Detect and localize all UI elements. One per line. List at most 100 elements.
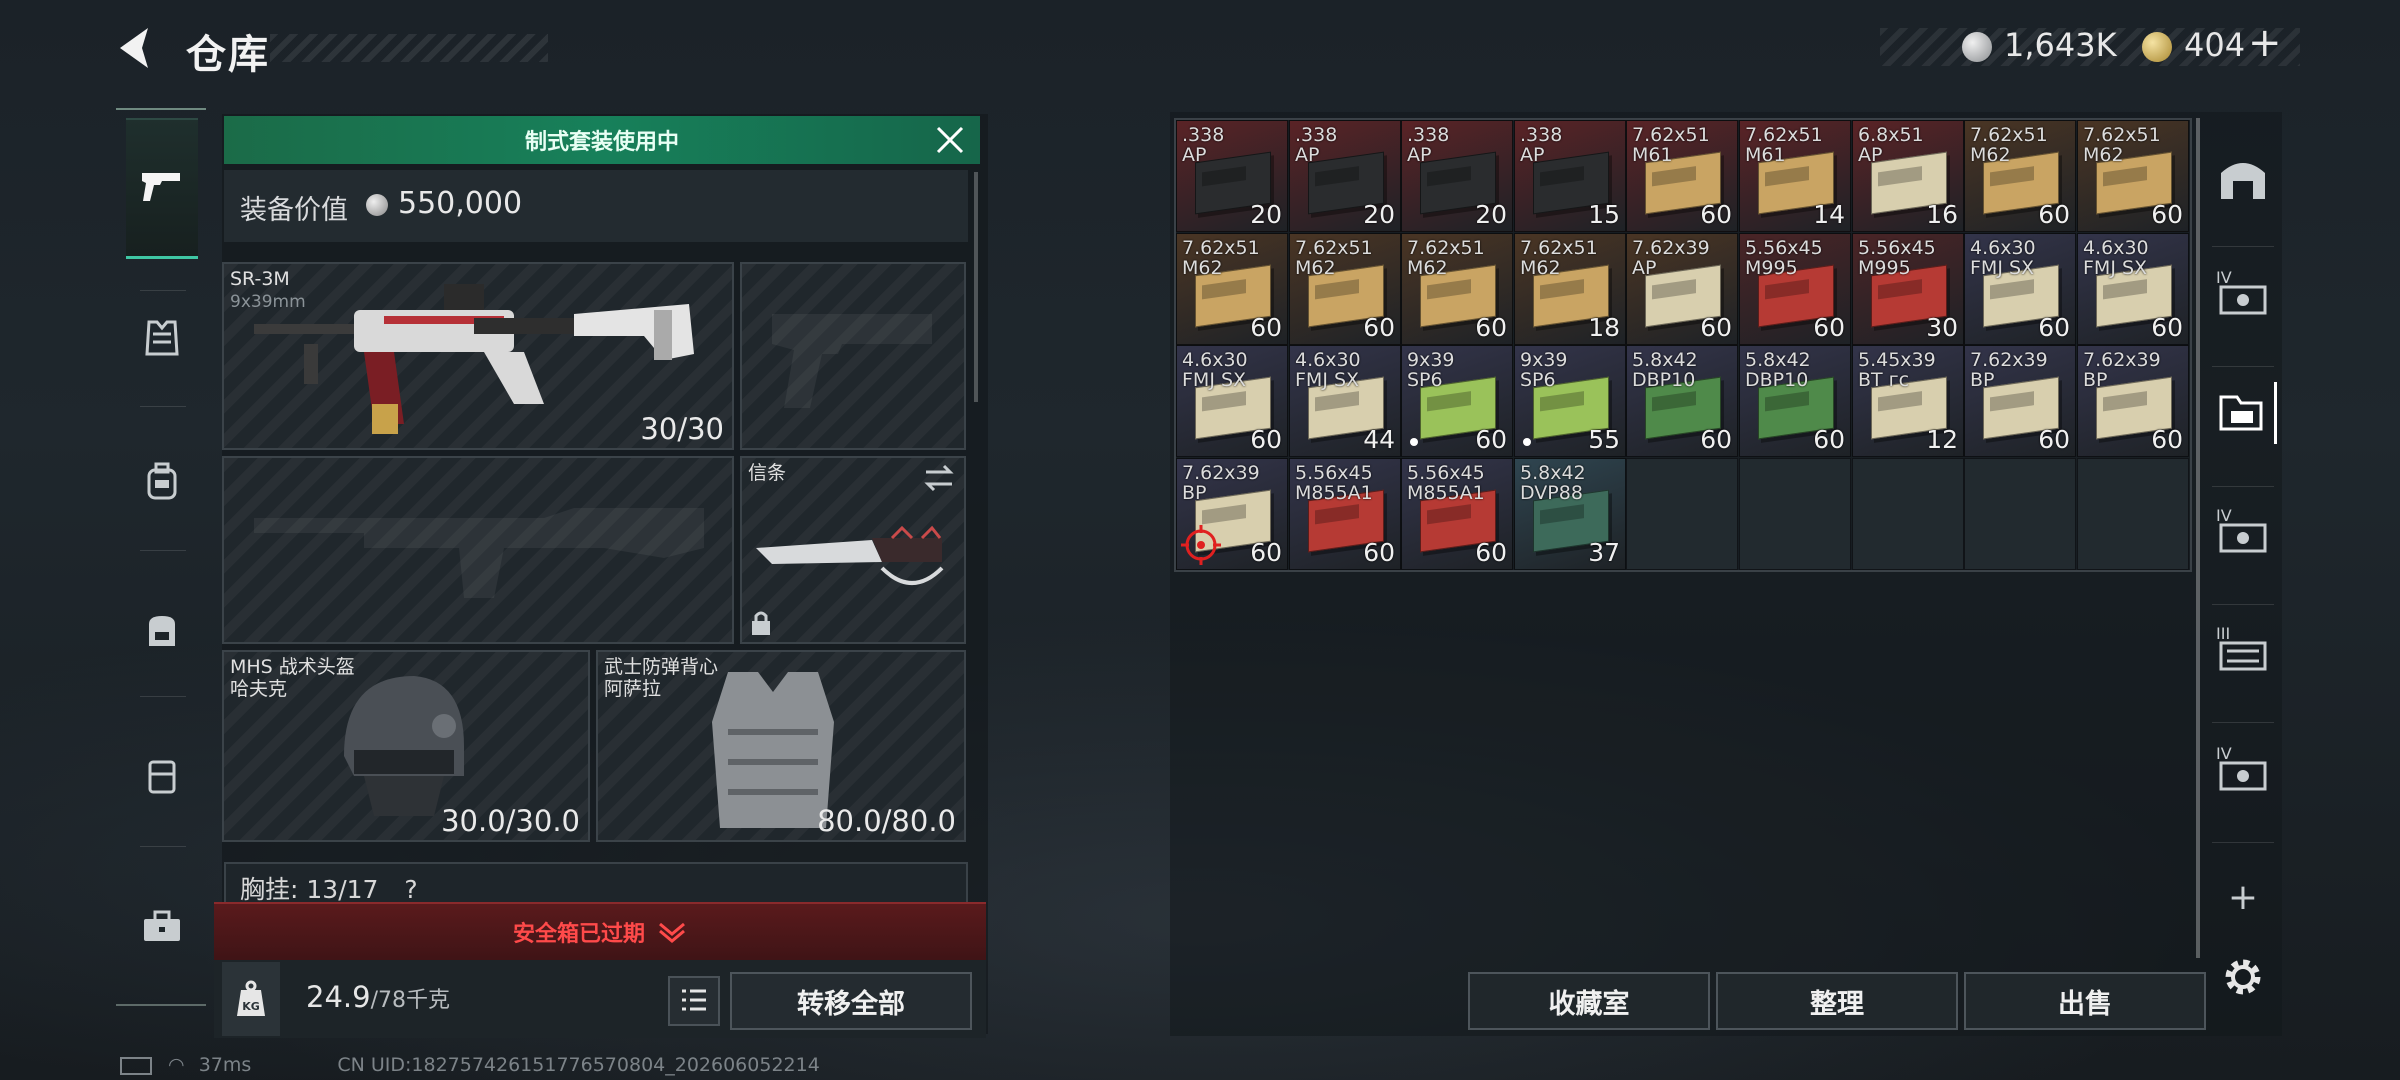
ammo-item[interactable]: 7.62x51 M62 60 xyxy=(1401,233,1513,345)
ammo-item[interactable]: 9x39 SP6 60 xyxy=(1401,345,1513,457)
settings-button[interactable] xyxy=(2212,946,2274,1008)
ammo-type: FMJ SX xyxy=(1295,369,1360,391)
ammo-type: AP xyxy=(1858,144,1883,166)
ammo-item[interactable]: 7.62x51 M61 60 xyxy=(1626,120,1738,232)
storage-tab-3[interactable]: III xyxy=(2212,622,2274,684)
list-icon xyxy=(682,989,706,1011)
ammo-item[interactable]: 4.6x30 FMJ SX 60 xyxy=(1176,345,1288,457)
secondary-rifle-slot[interactable] xyxy=(222,456,734,644)
ammo-item[interactable]: 4.6x30 FMJ SX 60 xyxy=(2077,233,2189,345)
storage-tab-1[interactable]: IV xyxy=(2212,266,2274,328)
empty-slot[interactable] xyxy=(1964,458,2076,570)
nav-tab-toolbox[interactable] xyxy=(126,890,198,962)
help-button[interactable]: ? xyxy=(404,875,417,904)
ammo-item[interactable]: 4.6x30 FMJ SX 60 xyxy=(1964,233,2076,345)
helmet-slot[interactable]: MHS 战术头盔 哈夫克 30.0/30.0 xyxy=(222,650,590,842)
empty-slot[interactable] xyxy=(1626,458,1738,570)
ammo-item[interactable]: 5.8x42 DVP88 37 xyxy=(1514,458,1626,570)
ammo-caliber: 7.62x51 xyxy=(1632,124,1710,146)
ammo-item[interactable]: 7.62x51 M62 18 xyxy=(1514,233,1626,345)
empty-slot[interactable] xyxy=(2077,458,2189,570)
ammo-item[interactable]: 5.8x42 DBP10 60 xyxy=(1626,345,1738,457)
ammo-caliber: 7.62x51 xyxy=(1295,237,1373,259)
helmet-icon xyxy=(344,676,464,816)
sell-button[interactable]: 出售 xyxy=(1964,972,2206,1030)
ammo-item[interactable]: .338 AP 20 xyxy=(1289,120,1401,232)
ammo-item[interactable]: 7.62x51 M62 60 xyxy=(1289,233,1401,345)
ammo-item[interactable]: 7.62x51 M62 60 xyxy=(1176,233,1288,345)
wifi-icon: ◠ xyxy=(168,1054,185,1076)
nav-tab-armor[interactable] xyxy=(126,302,198,374)
helmet-brand: 哈夫克 xyxy=(230,678,288,700)
primary-weapon-slot[interactable]: SR-3M 9x39mm 30/30 xyxy=(222,262,734,450)
status-bar: ◠ 37ms CN UID:182757426151776570804_2026… xyxy=(120,1054,820,1076)
storage-tab-home[interactable] xyxy=(2212,148,2274,210)
ammo-count: 20 xyxy=(1250,200,1282,229)
safe-box-status: 安全箱已过期 xyxy=(512,922,645,947)
back-button[interactable] xyxy=(112,22,164,74)
ammo-caliber: 5.56x45 xyxy=(1745,237,1823,259)
ammo-caliber: 4.6x30 xyxy=(2083,237,2149,259)
nav-tab-case[interactable] xyxy=(126,740,198,812)
nav-divider xyxy=(116,108,206,110)
melee-slot[interactable]: 信条 xyxy=(740,456,966,644)
ammo-item[interactable]: 5.56x45 M995 60 xyxy=(1739,233,1851,345)
storage-tab-2[interactable]: IV xyxy=(2212,504,2274,566)
ammo-item[interactable]: 7.62x39 BP 60 xyxy=(1176,458,1288,570)
ammo-caliber: 9x39 xyxy=(1520,349,1568,371)
gear-icon xyxy=(2225,959,2261,995)
ammo-count: 18 xyxy=(1588,313,1620,342)
chevron-down-icon xyxy=(659,922,685,943)
empty-slot[interactable] xyxy=(1739,458,1851,570)
ammo-count: 20 xyxy=(1475,200,1507,229)
ammo-item[interactable]: 7.62x39 AP 60 xyxy=(1626,233,1738,345)
ammo-count: 12 xyxy=(1926,425,1958,454)
close-banner-button[interactable] xyxy=(934,124,970,156)
ammo-item[interactable]: 7.62x51 M61 14 xyxy=(1739,120,1851,232)
storage-scrollbar[interactable] xyxy=(2196,118,2200,958)
melee-name: 信条 xyxy=(748,462,787,484)
storage-tab-active[interactable] xyxy=(2212,382,2277,444)
ammo-item[interactable]: 7.62x51 M62 60 xyxy=(2077,120,2189,232)
ammo-item[interactable]: .338 AP 20 xyxy=(1401,120,1513,232)
equipment-scrollbar[interactable] xyxy=(974,172,978,402)
marked-dot-icon xyxy=(1410,438,1418,446)
tier-label: III xyxy=(2216,624,2231,643)
ammo-type: M855A1 xyxy=(1407,482,1485,504)
ammo-item[interactable]: 7.62x51 M62 60 xyxy=(1964,120,2076,232)
ammo-item[interactable]: 5.56x45 M855A1 60 xyxy=(1401,458,1513,570)
equipment-value-amount: 550,000 xyxy=(398,186,523,221)
ammo-item[interactable]: 7.62x39 BP 60 xyxy=(2077,345,2189,457)
armor-slot[interactable]: 武士防弹背心 阿萨拉 80.0/80.0 xyxy=(596,650,966,842)
ammo-item[interactable]: 5.56x45 M995 30 xyxy=(1852,233,1964,345)
add-currency-button[interactable]: + xyxy=(2248,20,2282,66)
back-arrow-icon xyxy=(120,28,148,68)
add-storage-button[interactable]: + xyxy=(2212,866,2274,928)
sort-button[interactable]: 整理 xyxy=(1716,972,1958,1030)
ammo-type: FMJ SX xyxy=(2083,257,2148,279)
ammo-item[interactable]: 9x39 SP6 55 xyxy=(1514,345,1626,457)
ammo-type: M62 xyxy=(2083,144,2124,166)
ammo-item[interactable]: 4.6x30 FMJ SX 44 xyxy=(1289,345,1401,457)
nav-tab-rig[interactable] xyxy=(126,446,198,518)
storage-tab-4[interactable]: IV xyxy=(2212,742,2274,804)
safe-box-expired-bar[interactable]: 安全箱已过期 xyxy=(214,902,986,960)
nav-tab-backpack[interactable] xyxy=(126,594,198,666)
ammo-item[interactable]: 5.56x45 M855A1 60 xyxy=(1289,458,1401,570)
ammo-type: AP xyxy=(1632,257,1657,279)
ammo-item[interactable]: 5.8x42 DBP10 60 xyxy=(1739,345,1851,457)
ammo-item[interactable]: 7.62x39 BP 60 xyxy=(1964,345,2076,457)
secondary-weapon-slot[interactable] xyxy=(740,262,966,450)
ammo-type: AP xyxy=(1295,144,1320,166)
ammo-count: 60 xyxy=(2151,313,2183,342)
ammo-item[interactable]: 5.45x39 BT гс 12 xyxy=(1852,345,1964,457)
transfer-all-button[interactable]: 转移全部 xyxy=(730,972,972,1030)
ammo-item[interactable]: .338 AP 20 xyxy=(1176,120,1288,232)
ammo-item[interactable]: 6.8x51 AP 16 xyxy=(1852,120,1964,232)
empty-slot[interactable] xyxy=(1852,458,1964,570)
ammo-count: 60 xyxy=(1700,313,1732,342)
list-view-button[interactable] xyxy=(668,976,720,1026)
ammo-item[interactable]: .338 AP 15 xyxy=(1514,120,1626,232)
ammo-type: BT гс xyxy=(1858,369,1910,391)
collection-room-button[interactable]: 收藏室 xyxy=(1468,972,1710,1030)
